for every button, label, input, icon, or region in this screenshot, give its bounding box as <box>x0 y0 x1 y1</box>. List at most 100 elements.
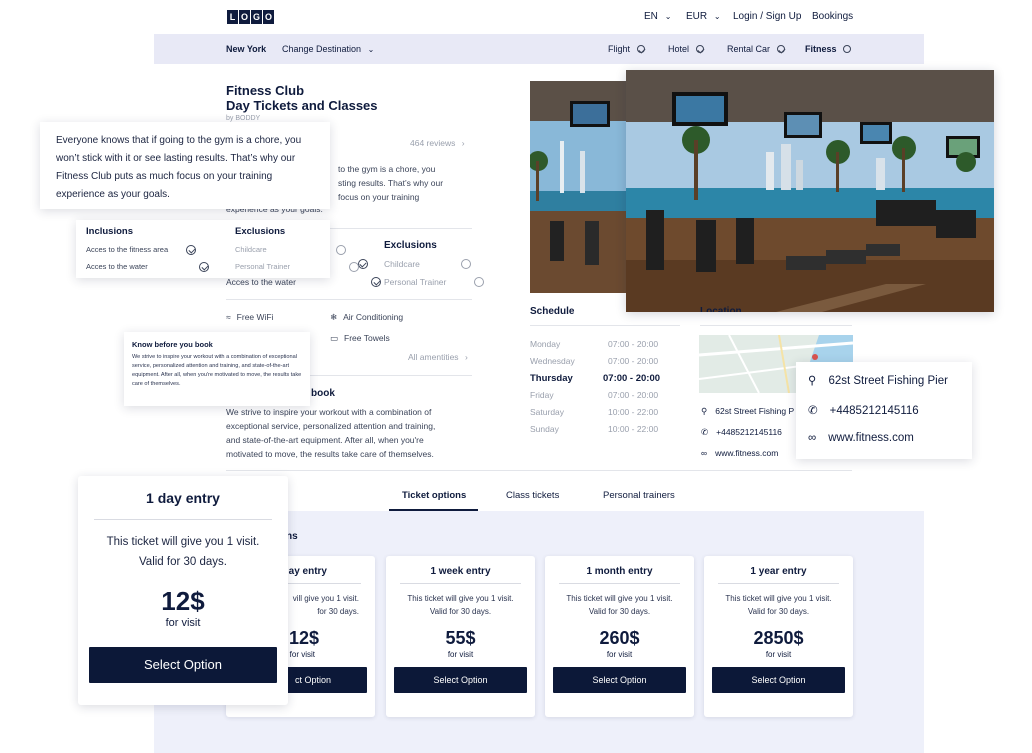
ticket-desc-line: Valid for 30 days. <box>588 607 651 616</box>
schedule-day: Friday <box>530 390 554 400</box>
phone-text: +4485212145116 <box>829 405 919 417</box>
check-circle-icon <box>371 277 382 287</box>
know-text: We strive to inspire your workout with a… <box>226 405 435 461</box>
know-line: and state-of-the-art equipment. After al… <box>226 435 424 445</box>
map-pin-icon: ⚲ <box>701 406 708 416</box>
address-text: 62st Street Fishing Pier <box>828 375 948 387</box>
phone-text: +4485212145116 <box>716 427 782 437</box>
ticket-price: 2850$ <box>753 628 804 648</box>
provider-label: by BODDY <box>226 115 261 122</box>
ticket-card: 1 month entry This ticket will give you … <box>545 556 694 717</box>
location-web-row[interactable]: ∞ www.fitness.com <box>701 448 778 458</box>
select-option-button[interactable]: Select Option <box>394 667 527 693</box>
location-callout-phone: ✆ +4485212145116 <box>808 403 919 417</box>
know-line: exceptional service, personalized attent… <box>226 421 436 431</box>
exclusion-item: Childcare <box>235 245 267 254</box>
description-fragment: to the gym is a chore, you sting results… <box>338 162 443 204</box>
ticket-desc-line: This ticket will give you 1 visit. <box>725 594 832 603</box>
divider <box>718 583 839 584</box>
website-text: www.fitness.com <box>715 448 779 458</box>
description-callout: Everyone knows that if going to the gym … <box>40 122 330 209</box>
chevron-down-icon: ⌄ <box>367 45 375 54</box>
exclusions-title: Exclusions <box>384 240 437 251</box>
reviews-count: 464 reviews <box>410 138 456 148</box>
divider <box>530 325 680 326</box>
page-subtitle: Day Tickets and Classes <box>226 98 378 113</box>
ticket-desc: This ticket will give you 1 visit. Valid… <box>704 592 853 618</box>
ticket-for: for visit <box>606 650 633 659</box>
gym-photo-main[interactable] <box>626 70 994 312</box>
featured-ticket-price: 12$ <box>161 586 205 616</box>
website-text: www.fitness.com <box>828 432 914 444</box>
city-label: New York <box>226 44 267 54</box>
ticket-title: 1 year entry <box>750 566 807 577</box>
link-icon: ∞ <box>701 448 708 458</box>
ticket-desc-line: This ticket will give you 1 visit. <box>407 594 514 603</box>
ticket-desc-line: This ticket will give you 1 visit. <box>566 594 673 603</box>
all-amenities-link[interactable]: All amentities › <box>408 352 468 362</box>
check-circle-icon <box>357 259 368 269</box>
schedule-title: Schedule <box>530 306 575 317</box>
exclusion-item: Personal Trainer <box>384 277 447 287</box>
exclusion-item: Childcare <box>384 259 420 269</box>
schedule-hours: 10:00 - 22:00 <box>608 424 659 434</box>
location-title: Location <box>700 306 742 312</box>
check-circle-icon <box>636 45 645 53</box>
empty-circle-icon <box>474 277 485 287</box>
divider <box>700 325 852 326</box>
inclusion-item: Acces to the water <box>226 277 296 287</box>
select-option-button[interactable]: Select Option <box>553 667 686 693</box>
ticket-desc-line: This ticket will give you 1 visit. <box>106 536 260 548</box>
link-icon: ∞ <box>808 432 817 444</box>
reviews-link[interactable]: 464 reviews › <box>410 138 465 148</box>
ticket-title: 1 month entry <box>586 566 653 577</box>
featured-ticket-desc: This ticket will give you 1 visit. Valid… <box>78 532 288 572</box>
nav-fitness[interactable]: Fitness <box>805 44 852 54</box>
destination-bar: New York Change Destination ⌄ Flight Hot… <box>154 34 924 64</box>
featured-select-option-button[interactable]: Select Option <box>89 647 277 683</box>
nav-rental-car[interactable]: Rental Car <box>727 44 785 54</box>
schedule-day-current: Thursday <box>530 373 573 384</box>
amenity-wifi: ≈ Free WiFi <box>226 312 274 322</box>
nav-flight[interactable]: Flight <box>608 44 645 54</box>
ticket-price: 55$ <box>445 628 476 648</box>
select-option-button[interactable]: Select Option <box>712 667 845 693</box>
schedule-day: Wednesday <box>530 356 575 366</box>
logo-letter: G <box>251 10 262 24</box>
schedule-hours-current: 07:00 - 20:00 <box>603 373 661 384</box>
tab-personal-trainers[interactable]: Personal trainers <box>603 490 675 501</box>
nav-flight-label: Flight <box>608 44 631 54</box>
logo[interactable]: L O G O <box>227 10 274 24</box>
amenity-label: Free Towels <box>344 333 390 343</box>
change-destination-button[interactable]: Change Destination ⌄ <box>282 44 374 54</box>
ticket-desc-line: Valid for 30 days. <box>429 607 492 616</box>
nav-hotel-label: Hotel <box>668 44 690 54</box>
know-callout: Know before you book We strive to inspir… <box>124 332 310 406</box>
description-line: to the gym is a chore, you <box>338 164 436 174</box>
schedule-day: Saturday <box>530 407 565 417</box>
description-line: sting results. That’s why our <box>338 178 444 188</box>
exclusions-title: Exclusions <box>235 226 286 237</box>
chevron-down-icon: ⌄ <box>664 12 672 21</box>
phone-icon: ✆ <box>808 405 818 417</box>
tab-class-tickets[interactable]: Class tickets <box>506 490 559 501</box>
gym-photo-thumbnail[interactable] <box>530 81 630 293</box>
currency-select[interactable]: EUR ⌄ <box>686 11 721 22</box>
bookings-link[interactable]: Bookings <box>812 11 853 22</box>
chevron-right-icon: › <box>464 352 468 362</box>
tab-ticket-options[interactable]: Ticket options <box>402 490 466 501</box>
check-circle-icon <box>695 45 704 53</box>
login-link[interactable]: Login / Sign Up <box>733 11 801 22</box>
amenity-towels: ▭ Free Towels <box>330 333 390 344</box>
divider <box>559 583 680 584</box>
amenity-label: Air Conditioning <box>343 312 404 322</box>
language-select[interactable]: EN ⌄ <box>644 11 671 22</box>
location-callout-web[interactable]: ∞ www.fitness.com <box>808 432 914 444</box>
gym-photo-graphic <box>626 70 994 312</box>
location-phone-row: ✆ +4485212145116 <box>701 427 782 438</box>
know-callout-title: Know before you book <box>132 340 213 349</box>
nav-hotel[interactable]: Hotel <box>668 44 704 54</box>
inclusions-callout: Inclusions Acces to the fitness area Acc… <box>76 220 360 278</box>
empty-circle-icon <box>349 262 360 272</box>
schedule-day: Sunday <box>530 424 559 434</box>
